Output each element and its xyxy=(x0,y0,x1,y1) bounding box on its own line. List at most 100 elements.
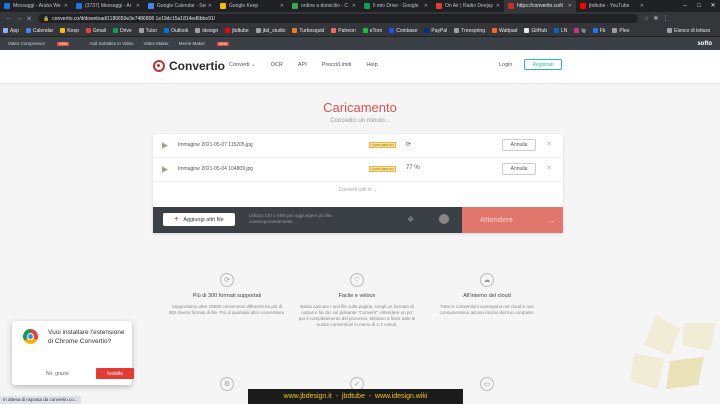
bookmark-item[interactable]: Treespring xyxy=(454,28,485,34)
install-button[interactable]: Installa xyxy=(96,368,134,379)
bookmark-item[interactable]: Pleo xyxy=(612,28,629,34)
main-nav: Converti ⌄ OCR API Prezzi/Limiti Help xyxy=(229,62,393,68)
back-icon[interactable]: ← xyxy=(4,15,14,22)
tab-title: (3737) Messaggi - Ar xyxy=(85,3,132,9)
nav-ocr[interactable]: OCR xyxy=(271,62,283,68)
browser-tab[interactable]: jbdtube - YouTube ✕ xyxy=(576,0,648,12)
signup-button[interactable]: Registrati xyxy=(524,59,562,70)
feature-description: Tutte le conversioni avvengono nel cloud… xyxy=(439,304,535,315)
browser-tab[interactable]: ordine a domicilio - C ✕ xyxy=(288,0,360,12)
decline-button[interactable]: No, grazie xyxy=(46,371,69,377)
tab-close-icon[interactable]: ✕ xyxy=(280,3,284,9)
star-icon[interactable]: ☆ xyxy=(644,15,649,22)
reading-list[interactable]: Elenco di lettura xyxy=(667,28,710,34)
bookmark-item[interactable]: Calendar xyxy=(25,28,53,34)
convertio-logo[interactable]: Convertio xyxy=(153,59,225,73)
bookmark-item[interactable]: Fb xyxy=(592,28,605,34)
arrow-right-icon: → xyxy=(547,215,555,225)
tab-favicon-icon xyxy=(436,3,442,9)
tab-favicon-icon xyxy=(148,3,154,9)
bookmark-item[interactable]: Keep xyxy=(60,28,79,34)
forward-icon[interactable]: → xyxy=(14,15,24,22)
bookmark-item[interactable]: Drive xyxy=(112,28,132,34)
bookmark-favicon-icon xyxy=(225,28,231,33)
cloud-icon: ☁ xyxy=(480,273,494,287)
tab-close-icon[interactable]: ✕ xyxy=(640,3,644,9)
convert-all-dropdown[interactable]: Converti tutti in ⌄ xyxy=(153,187,563,193)
toolbar-item-subtitles[interactable]: Add Subtitles to Video xyxy=(89,41,133,46)
tab-close-icon[interactable]: ✕ xyxy=(136,3,140,9)
toolbar-item-meme-maker[interactable]: Meme Maker NEW xyxy=(179,41,239,46)
bookmark-item[interactable]: eToro xyxy=(362,28,382,34)
browser-tab[interactable]: Google Keep ✕ xyxy=(216,0,288,12)
file-name: Immagine 2021-05-07 115205.jpg xyxy=(178,142,253,148)
bookmark-item[interactable]: App xyxy=(3,28,19,34)
nav-converti[interactable]: Converti ⌄ xyxy=(229,62,256,68)
bookmark-item[interactable]: Turbosquid xyxy=(292,28,324,34)
toolbar-item-video-maker[interactable]: Video Maker xyxy=(144,41,169,46)
bookmark-item[interactable]: GitHub xyxy=(524,28,547,34)
browser-tab[interactable]: On Air | Radio Deejay ✕ xyxy=(432,0,504,12)
file-row: Immagine 2021-05-04 104809.jpg CARICAMEN… xyxy=(153,158,563,182)
popup-text: Vuoi installare l'estensione di Chrome C… xyxy=(48,329,125,345)
feature-title: All'interno del cloud xyxy=(463,293,511,299)
bookmark-item[interactable]: Gmail xyxy=(85,28,106,34)
cancel-button[interactable]: Annulla xyxy=(502,163,536,175)
bookmark-item[interactable]: jbdtube xyxy=(225,28,249,34)
cancel-button[interactable]: Annulla xyxy=(502,139,536,151)
bookmark-item[interactable]: Patreon xyxy=(331,28,356,34)
feature-description: Basta caricare i tuoi file sulla pagina,… xyxy=(298,304,416,327)
nav-prezzi[interactable]: Prezzi/Limiti xyxy=(322,62,352,68)
feature-title: Più di 300 formati supportati xyxy=(192,293,262,299)
google-drive-icon[interactable] xyxy=(439,214,449,224)
close-window-icon[interactable]: ✕ xyxy=(706,0,720,12)
file-name: Immagine 2021-05-04 104809.jpg xyxy=(178,166,254,172)
tab-close-icon[interactable]: ✕ xyxy=(424,3,428,9)
bookmark-item[interactable]: LN xyxy=(553,28,567,34)
add-more-files-button[interactable]: + Aggiungi altri file xyxy=(163,213,235,226)
bookmark-item[interactable]: idesign xyxy=(195,28,218,34)
tab-close-icon[interactable]: ✕ xyxy=(496,3,500,9)
puzzle-icon[interactable]: ✱ xyxy=(653,15,658,22)
tab-close-icon[interactable]: ✕ xyxy=(568,3,572,9)
remove-icon[interactable]: ✕ xyxy=(546,164,552,172)
heart-icon: ♡ xyxy=(350,273,364,287)
tab-title: ordine a domicilio - C xyxy=(301,3,348,9)
nav-api[interactable]: API xyxy=(298,62,307,68)
login-link[interactable]: Login xyxy=(499,62,512,68)
browser-tab[interactable]: Google Calendar - Sett ✕ xyxy=(144,0,216,12)
uploading-badge: CARICAMENTO xyxy=(369,166,396,172)
multi-select-hint: Utilizza Ctrl o Shift per aggiungere più… xyxy=(249,213,332,224)
stop-icon[interactable]: ✕ xyxy=(24,15,34,23)
nav-help[interactable]: Help xyxy=(366,62,377,68)
bookmark-item[interactable]: Wattpad xyxy=(491,28,517,34)
browser-tab[interactable]: Il mio Drive - Google ✕ xyxy=(360,0,432,12)
bookmark-item[interactable]: Tutor xyxy=(138,28,157,34)
toolbar-item-video-compressor[interactable]: Video Compressor NEW xyxy=(8,41,79,46)
browser-tab[interactable]: Messaggi - Aruba We ✕ xyxy=(0,0,72,12)
chrome-icon xyxy=(23,329,38,344)
browser-tab[interactable]: (3737) Messaggi - Ar ✕ xyxy=(72,0,144,12)
tab-close-icon[interactable]: ✕ xyxy=(352,3,356,9)
new-badge: NEW xyxy=(217,42,230,46)
bookmark-favicon-icon xyxy=(389,28,395,33)
extensions-area: ☆ ✱ ⋮ xyxy=(644,15,668,22)
bookmark-item[interactable]: Ig xyxy=(574,28,586,34)
dropbox-icon[interactable]: ❖ xyxy=(407,215,414,224)
url-input[interactable]: 🔒 convertio.co/it/download/1186650e3e748… xyxy=(38,14,638,23)
remove-icon[interactable]: ✕ xyxy=(546,140,552,148)
tab-close-icon[interactable]: ✕ xyxy=(64,3,68,9)
bookmark-item[interactable]: jbd_studio xyxy=(255,28,285,34)
browser-tab[interactable]: https://convertio.co/it ✕ xyxy=(504,0,576,12)
maximize-icon[interactable]: □ xyxy=(692,0,706,12)
browser-tab-bar: Messaggi - Aruba We ✕ (3737) Messaggi - Ar… xyxy=(0,0,720,12)
menu-dots-icon[interactable]: ⋮ xyxy=(662,15,668,22)
tab-favicon-icon xyxy=(76,3,82,9)
bookmark-item[interactable]: Outlook xyxy=(164,28,188,34)
bookmark-item[interactable]: Coinbase xyxy=(389,28,417,34)
minimize-icon[interactable]: – xyxy=(678,0,692,12)
tab-close-icon[interactable]: ✕ xyxy=(208,3,212,9)
chrome-extension-popup: Vuoi installare l'estensione di Chrome C… xyxy=(12,321,134,385)
convert-button[interactable]: Attendere → xyxy=(462,207,563,233)
bookmark-item[interactable]: PayPal xyxy=(424,28,447,34)
